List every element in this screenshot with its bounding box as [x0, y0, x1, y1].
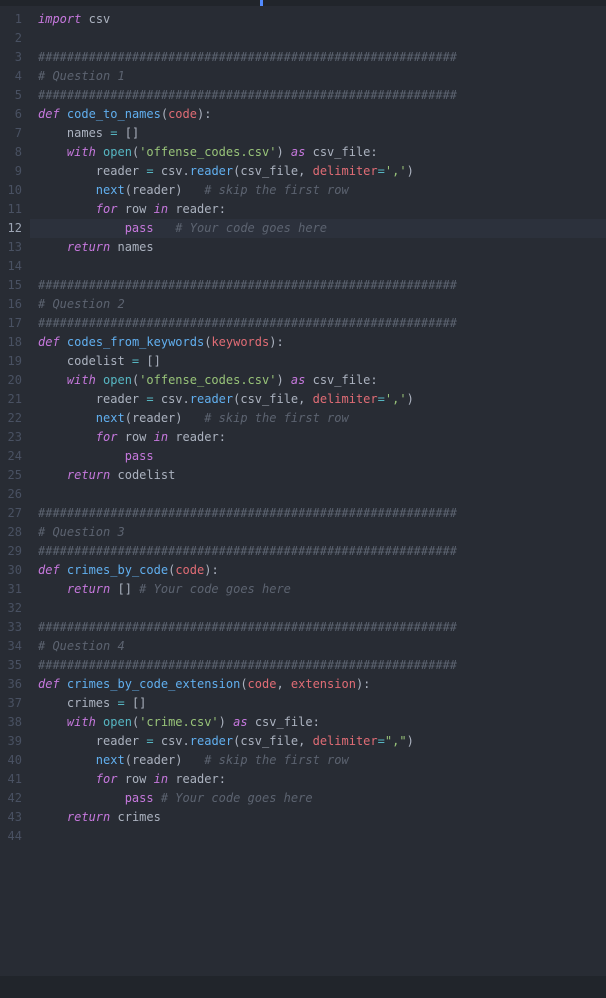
line-number: 8	[0, 143, 22, 162]
code-line[interactable]: names = []	[38, 124, 606, 143]
code-line[interactable]: ########################################…	[38, 542, 606, 561]
line-number: 23	[0, 428, 22, 447]
line-number: 17	[0, 314, 22, 333]
code-line[interactable]: pass # Your code goes here	[38, 789, 606, 808]
code-line[interactable]: ########################################…	[38, 276, 606, 295]
line-number: 3	[0, 48, 22, 67]
line-number: 33	[0, 618, 22, 637]
code-line[interactable]: with open('crime.csv') as csv_file:	[38, 713, 606, 732]
line-number: 7	[0, 124, 22, 143]
code-line[interactable]	[38, 827, 606, 846]
code-line[interactable]: # Question 1	[38, 67, 606, 86]
code-line[interactable]: def code_to_names(code):	[38, 105, 606, 124]
line-number: 5	[0, 86, 22, 105]
line-number: 31	[0, 580, 22, 599]
line-number: 41	[0, 770, 22, 789]
code-line[interactable]: with open('offense_codes.csv') as csv_fi…	[38, 371, 606, 390]
line-number: 38	[0, 713, 22, 732]
line-number: 19	[0, 352, 22, 371]
line-number: 16	[0, 295, 22, 314]
code-line[interactable]	[38, 29, 606, 48]
code-line[interactable]: with open('offense_codes.csv') as csv_fi…	[38, 143, 606, 162]
code-line[interactable]: reader = csv.reader(csv_file, delimiter=…	[38, 162, 606, 181]
code-line[interactable]: for row in reader:	[38, 428, 606, 447]
line-number: 39	[0, 732, 22, 751]
line-number: 27	[0, 504, 22, 523]
line-number: 18	[0, 333, 22, 352]
line-number: 25	[0, 466, 22, 485]
code-line[interactable]: for row in reader:	[38, 770, 606, 789]
line-number: 14	[0, 257, 22, 276]
code-line[interactable]: def codes_from_keywords(keywords):	[38, 333, 606, 352]
code-line[interactable]	[38, 485, 606, 504]
code-line[interactable]: reader = csv.reader(csv_file, delimiter=…	[38, 390, 606, 409]
line-number: 43	[0, 808, 22, 827]
line-number: 37	[0, 694, 22, 713]
code-line[interactable]	[38, 257, 606, 276]
line-number: 15	[0, 276, 22, 295]
status-bar	[0, 976, 606, 998]
editor-pane: 1234567891011121314151617181920212223242…	[0, 6, 606, 976]
line-number: 21	[0, 390, 22, 409]
code-line[interactable]: ########################################…	[38, 618, 606, 637]
line-number: 40	[0, 751, 22, 770]
code-line[interactable]: return names	[38, 238, 606, 257]
code-line[interactable]: return codelist	[38, 466, 606, 485]
code-line[interactable]: next(reader) # skip the first row	[38, 751, 606, 770]
code-area[interactable]: import csv #############################…	[30, 6, 606, 976]
code-line[interactable]: reader = csv.reader(csv_file, delimiter=…	[38, 732, 606, 751]
line-number: 35	[0, 656, 22, 675]
code-line[interactable]: ########################################…	[38, 504, 606, 523]
line-number: 10	[0, 181, 22, 200]
code-line[interactable]: def crimes_by_code(code):	[38, 561, 606, 580]
line-number: 13	[0, 238, 22, 257]
line-number: 28	[0, 523, 22, 542]
line-number-gutter: 1234567891011121314151617181920212223242…	[0, 6, 30, 976]
code-line[interactable]: crimes = []	[38, 694, 606, 713]
code-line[interactable]: # Question 2	[38, 295, 606, 314]
line-number: 9	[0, 162, 22, 181]
line-number: 36	[0, 675, 22, 694]
code-line[interactable]: return [] # Your code goes here	[38, 580, 606, 599]
code-line[interactable]: ########################################…	[38, 86, 606, 105]
code-line[interactable]: ########################################…	[38, 314, 606, 333]
line-number: 20	[0, 371, 22, 390]
line-number: 4	[0, 67, 22, 86]
code-line[interactable]: pass # Your code goes here	[30, 219, 606, 238]
code-line[interactable]: pass	[38, 447, 606, 466]
code-line[interactable]: import csv	[38, 10, 606, 29]
code-line[interactable]: ########################################…	[38, 48, 606, 67]
code-line[interactable]: next(reader) # skip the first row	[38, 409, 606, 428]
line-number: 29	[0, 542, 22, 561]
line-number: 22	[0, 409, 22, 428]
line-number: 42	[0, 789, 22, 808]
code-line[interactable]	[38, 599, 606, 618]
code-line[interactable]: # Question 3	[38, 523, 606, 542]
code-line[interactable]: next(reader) # skip the first row	[38, 181, 606, 200]
line-number: 11	[0, 200, 22, 219]
code-line[interactable]: return crimes	[38, 808, 606, 827]
code-line[interactable]: # Question 4	[38, 637, 606, 656]
line-number: 6	[0, 105, 22, 124]
code-line[interactable]: ########################################…	[38, 656, 606, 675]
code-line[interactable]: for row in reader:	[38, 200, 606, 219]
code-line[interactable]: codelist = []	[38, 352, 606, 371]
line-number: 34	[0, 637, 22, 656]
line-number: 2	[0, 29, 22, 48]
line-number: 32	[0, 599, 22, 618]
line-number: 30	[0, 561, 22, 580]
code-line[interactable]: def crimes_by_code_extension(code, exten…	[38, 675, 606, 694]
line-number: 26	[0, 485, 22, 504]
line-number: 44	[0, 827, 22, 846]
line-number: 1	[0, 10, 22, 29]
line-number: 24	[0, 447, 22, 466]
line-number: 12	[0, 219, 22, 238]
